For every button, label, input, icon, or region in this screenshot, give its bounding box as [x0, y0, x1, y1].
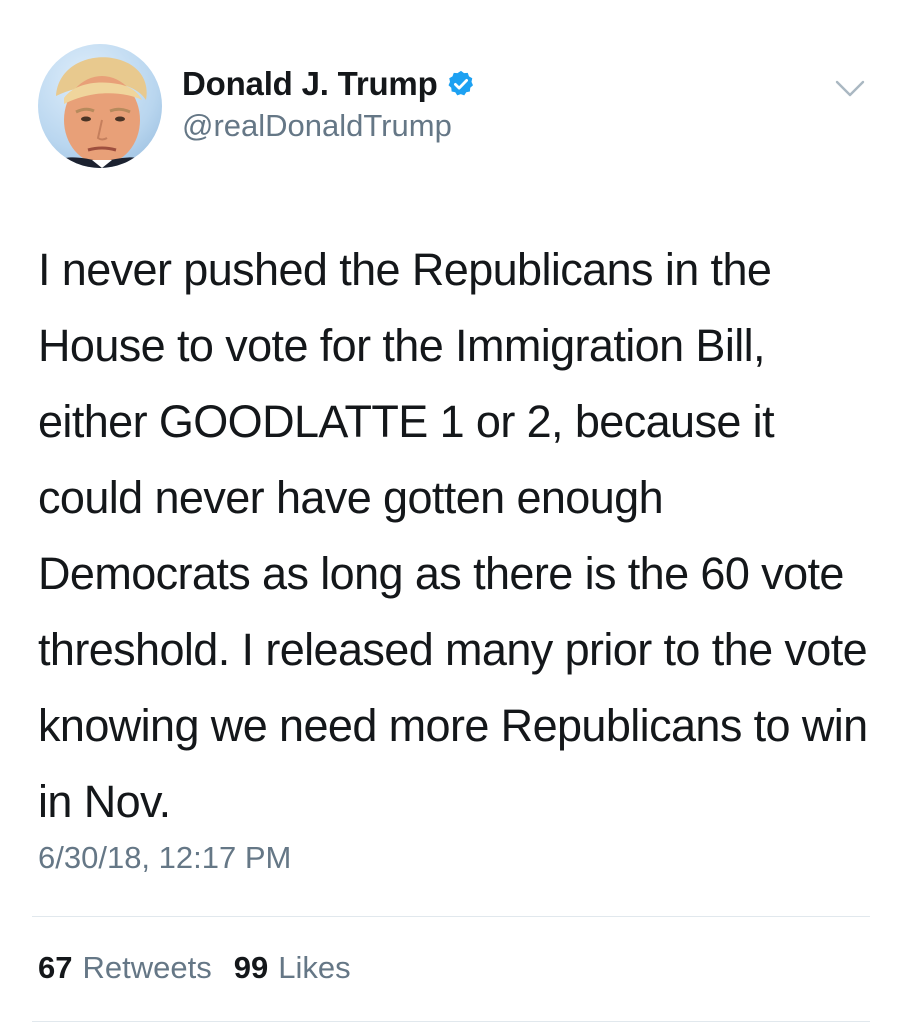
- retweet-count: 67: [38, 950, 73, 985]
- tweet-text: I never pushed the Republicans in the Ho…: [38, 244, 868, 827]
- like-count: 99: [233, 950, 269, 985]
- tweet-stats: 67 Retweets 99 Likes: [38, 950, 351, 986]
- divider: [32, 916, 870, 917]
- verified-badge-icon: [446, 69, 476, 99]
- display-name[interactable]: Donald J. Trump: [182, 65, 438, 103]
- divider: [32, 1021, 870, 1022]
- tweet-card: Donald J. Trump @realDonaldTrump I never…: [0, 0, 900, 1023]
- name-row: Donald J. Trump: [182, 62, 476, 106]
- chevron-down-icon[interactable]: [834, 78, 866, 100]
- author-handle[interactable]: @realDonaldTrump: [182, 108, 476, 144]
- tweet-timestamp[interactable]: 6/30/18, 12:17 PM: [38, 840, 291, 876]
- avatar[interactable]: [38, 44, 162, 168]
- like-label: Likes: [278, 950, 351, 985]
- retweet-label: Retweets: [82, 950, 212, 985]
- profile-photo-icon: [48, 57, 156, 168]
- author-block: Donald J. Trump @realDonaldTrump: [182, 62, 476, 144]
- retweets-stat[interactable]: 67 Retweets: [38, 950, 212, 986]
- likes-stat[interactable]: 99 Likes: [234, 950, 351, 986]
